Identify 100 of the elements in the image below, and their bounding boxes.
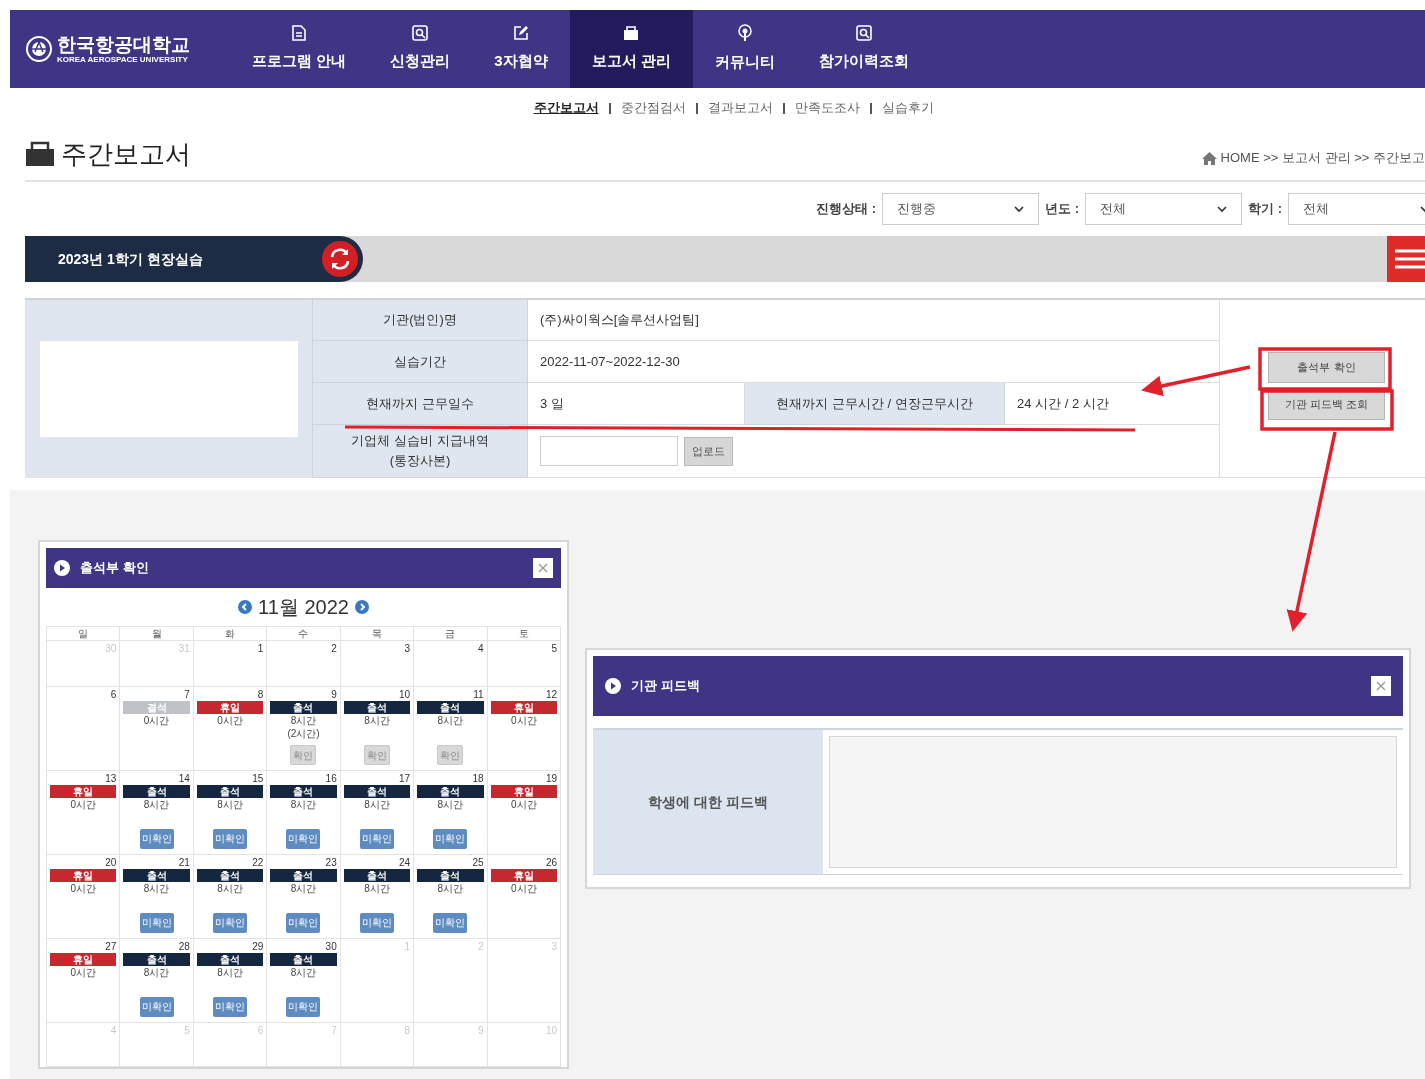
day-number: 23 [325, 857, 337, 869]
status-badge: 출석 [417, 701, 484, 714]
search-icon [855, 25, 872, 42]
folder-icon [622, 25, 641, 42]
day-number: 30 [325, 941, 337, 953]
refresh-icon[interactable] [321, 240, 359, 278]
confirm-button[interactable]: 미확인 [286, 829, 321, 849]
status-badge: 휴일 [50, 869, 117, 882]
hours-text: 8시간 [290, 966, 317, 979]
confirm-button[interactable]: 미확인 [359, 829, 394, 849]
status-badge: 휴일 [490, 701, 557, 714]
folder-icon [25, 141, 55, 167]
subnav-link[interactable]: 주간보고서 [533, 98, 599, 118]
hours-text: 8시간 [437, 714, 464, 727]
confirm-button[interactable]: 미확인 [139, 829, 174, 849]
menu-item[interactable]: 커뮤니티 [692, 10, 797, 88]
close-button[interactable] [1371, 676, 1391, 696]
next-month-icon[interactable] [354, 600, 369, 614]
emblem-icon [25, 35, 53, 63]
day-number: 19 [545, 773, 557, 785]
confirm-button[interactable]: 미확인 [433, 913, 468, 933]
dropdown[interactable]: 전체 [1085, 193, 1243, 225]
confirm-button[interactable]: 미확인 [286, 997, 321, 1017]
weekday-header: 수 [267, 627, 341, 641]
day-number: 14 [178, 773, 190, 785]
day-number: 2 [331, 643, 337, 655]
field-label: 기업체 실습비 지급내역 [351, 432, 489, 450]
weekday-header: 일 [47, 627, 121, 641]
day-number: 7 [184, 689, 190, 701]
field-value: 24 시간 / 2 시간 [1005, 383, 1220, 425]
hours-text: 8시간 [217, 966, 243, 979]
hours-text: 8시간 [290, 714, 317, 727]
menu-item[interactable]: 프로그램 안내 [230, 10, 369, 88]
dropdown[interactable]: 진행중 [882, 193, 1040, 225]
home-icon [1201, 151, 1217, 165]
close-icon [1376, 681, 1386, 691]
menu-item[interactable]: 참가이력조회 [796, 10, 931, 88]
confirm-button[interactable]: 미확인 [139, 997, 174, 1017]
popup-title: 기관 피드백 [631, 677, 700, 696]
menu-button[interactable] [1387, 236, 1425, 282]
status-badge: 출석 [343, 785, 411, 798]
file-input-field[interactable] [540, 436, 678, 466]
hours-text: 0시간 [70, 882, 96, 895]
status-badge: 출석 [196, 953, 264, 966]
field-label: 기관(법인)명 [313, 300, 528, 341]
logo-text: 한국항공대학교 [57, 34, 190, 54]
day-number: 11 [473, 689, 484, 701]
day-number: 18 [472, 773, 484, 785]
day-number: 8 [257, 689, 264, 701]
status-badge: 결석 [123, 701, 190, 714]
menu-item[interactable]: 3자협약 [472, 10, 570, 88]
day-number: 27 [105, 941, 117, 953]
day-number: 25 [472, 857, 484, 869]
day-number: 4 [478, 643, 484, 655]
weekday-header: 월 [120, 627, 194, 641]
confirm-button[interactable]: 미확인 [286, 913, 321, 933]
subnav-link[interactable]: 만족도조사 [794, 98, 860, 118]
day-number: 20 [105, 857, 117, 869]
hours-text: 0시간 [70, 798, 96, 811]
confirm-button[interactable]: 미확인 [139, 913, 174, 933]
calendar-month: 11월 2022 [258, 595, 349, 620]
status-badge: 출석 [270, 785, 337, 798]
weekday-header: 목 [340, 627, 415, 641]
weekday-header: 화 [193, 627, 268, 641]
confirm-button[interactable]: 미확인 [213, 829, 248, 849]
day-number: 6 [110, 689, 117, 701]
confirm-button[interactable]: 미확인 [213, 997, 248, 1017]
weekday-header: 금 [414, 627, 488, 641]
hours-text: 8시간 [290, 882, 317, 895]
dropdown[interactable]: 전체 [1288, 193, 1425, 225]
popup-title: 출석부 확인 [80, 559, 149, 578]
hours-text: 0시간 [143, 714, 170, 727]
menu-item[interactable]: 보고서 관리 [569, 10, 693, 88]
field-label: 학생에 대한 피드백 [593, 730, 823, 874]
field-label: 현재까지 근무시간 / 연장근무시간 [745, 383, 1005, 425]
confirm-button[interactable]: 미확인 [433, 829, 468, 849]
close-button[interactable] [533, 558, 553, 578]
course-tab[interactable]: 2023년 1학기 현장실습 [25, 236, 363, 282]
day-number: 21 [178, 857, 190, 869]
previous-month-icon[interactable] [238, 600, 253, 614]
upload-button[interactable]: 업로드 [684, 436, 733, 466]
hours-text: 8시간 [143, 882, 170, 895]
hours-text: 0시간 [511, 798, 537, 811]
day-number: 13 [105, 773, 117, 785]
subnav-link[interactable]: 실습후기 [881, 98, 934, 118]
document-icon [292, 25, 307, 42]
subnav-link[interactable]: 중간점검서 [620, 98, 686, 118]
subnav-link[interactable]: 결과보고서 [707, 98, 773, 118]
confirm-button[interactable]: 미확인 [359, 913, 394, 933]
field-label: 현재까지 근무일수 [313, 383, 528, 425]
hours-text: 0시간 [217, 714, 243, 727]
day-number: 15 [252, 773, 264, 785]
menu-item[interactable]: 신청관리 [368, 10, 473, 88]
edit-icon [512, 25, 529, 42]
confirm-button[interactable]: 미확인 [213, 913, 248, 933]
day-number: 26 [545, 857, 557, 869]
action-button[interactable]: 출석부 확인 [1268, 352, 1385, 383]
status-badge: 휴일 [490, 869, 557, 882]
day-number: 24 [399, 857, 411, 869]
day-number: 28 [178, 941, 190, 953]
